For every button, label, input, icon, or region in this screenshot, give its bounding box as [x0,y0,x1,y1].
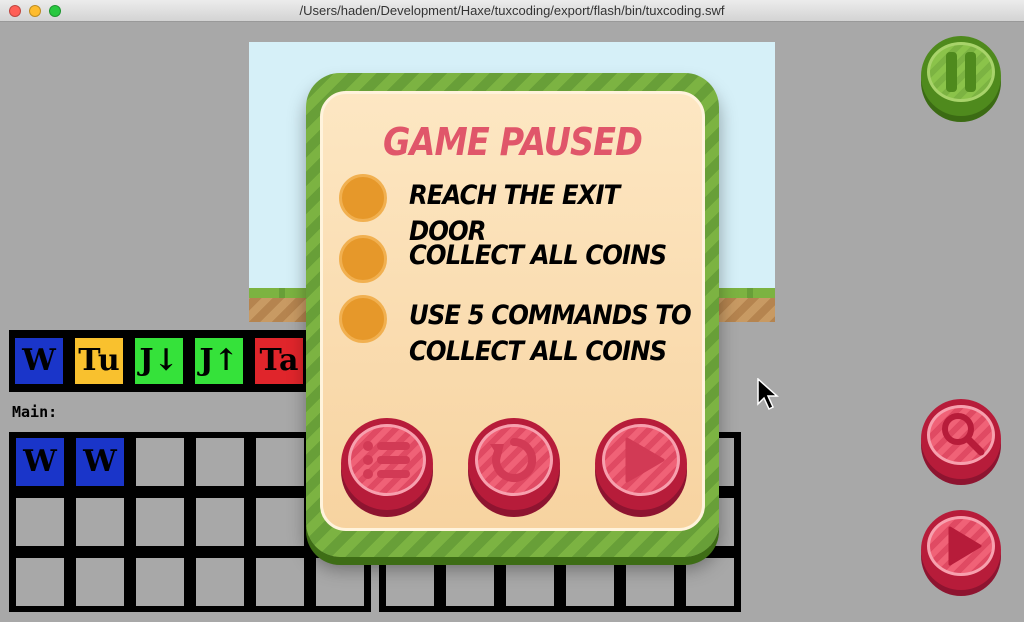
goal-indicator-commands [339,295,387,343]
command-jump-up[interactable]: J↑ [195,338,243,384]
program-slot[interactable] [316,558,364,606]
restart-icon [490,437,537,482]
main-program-label: Main: [12,403,58,421]
goal-collect-coins: COLLECT ALL COINS [409,240,667,271]
program-slot[interactable] [686,558,734,606]
zoom-button[interactable] [921,399,1001,479]
program-slot-filled[interactable]: W [76,438,124,486]
program-slot[interactable] [16,558,64,606]
program-slot[interactable] [76,498,124,546]
program-slot[interactable] [566,558,614,606]
run-program-button[interactable] [921,510,1001,590]
program-slot[interactable] [136,498,184,546]
pause-dialog-panel: GAME PAUSED REACH THE EXIT DOOR COLLECT … [320,91,705,531]
goal-use-commands: USE 5 COMMANDS TO COLLECT ALL COINS [409,300,692,367]
command-jump-down[interactable]: J↓ [135,338,183,384]
window-title: /Users/haden/Development/Haxe/tuxcoding/… [299,3,725,18]
level-menu-button[interactable] [341,418,433,510]
window-titlebar: /Users/haden/Development/Haxe/tuxcoding/… [0,0,1024,22]
play-icon [625,437,665,483]
program-slot[interactable] [626,558,674,606]
program-slot[interactable] [386,558,434,606]
resume-button[interactable] [595,418,687,510]
pause-button[interactable] [921,36,1001,116]
command-turn[interactable]: Tu [75,338,123,384]
goal-indicator-exit [339,174,387,222]
dialog-title: GAME PAUSED [382,120,643,164]
program-slot-filled[interactable]: W [16,438,64,486]
goal-indicator-coins [339,235,387,283]
program-slot[interactable] [256,438,304,486]
pause-dialog: GAME PAUSED REACH THE EXIT DOOR COLLECT … [306,73,719,557]
program-slot[interactable] [196,438,244,486]
command-take[interactable]: Ta [255,338,303,384]
program-slot[interactable] [196,558,244,606]
restart-button[interactable] [468,418,560,510]
program-slot[interactable] [76,558,124,606]
play-icon [948,526,982,566]
program-slot[interactable] [506,558,554,606]
command-palette: W Tu J↓ J↑ Ta [9,330,309,392]
command-walk[interactable]: W [15,338,63,384]
menu-icon [363,441,410,479]
program-slot[interactable] [196,498,244,546]
pause-icon [946,52,976,92]
program-slot[interactable] [256,498,304,546]
program-slot[interactable] [256,558,304,606]
program-slot[interactable] [446,558,494,606]
program-slot[interactable] [16,498,64,546]
program-slot[interactable] [136,558,184,606]
search-icon [942,413,985,456]
mouse-cursor-icon [757,378,779,411]
program-slot[interactable] [136,438,184,486]
